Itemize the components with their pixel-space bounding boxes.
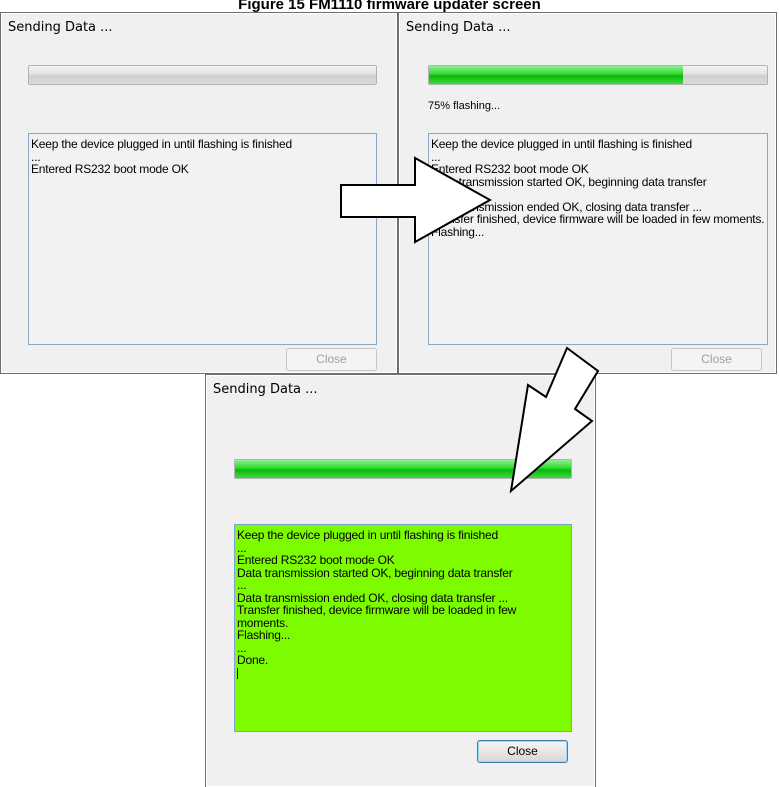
sending-data-dialog-start: Sending Data ... Keep the device plugged… [0,12,398,374]
log-line: ... [431,187,441,201]
log-line: Entered RS232 boot mode OK [237,553,395,567]
close-button[interactable]: Close [286,348,377,371]
log-line: Data transmission started OK, beginning … [431,174,707,189]
dialog-title: Sending Data ... [406,20,511,35]
log-textbox[interactable]: Keep the device plugged in until flashin… [234,524,572,732]
log-line: Data transmission started OK, beginning … [237,565,513,580]
log-line: Keep the device plugged in until flashin… [431,137,692,151]
log-line: Keep the device plugged in until flashin… [237,528,498,542]
progress-bar [234,459,572,479]
figure-caption: Figure 15 FM1110 firmware updater screen [238,0,541,12]
log-line: Entered RS232 boot mode OK [31,162,189,176]
log-textbox[interactable]: Keep the device plugged in until flashin… [28,133,377,345]
log-line: Done. [237,653,269,667]
log-line: ... [237,578,247,592]
dialog-title: Sending Data ... [8,20,113,35]
close-button-label: Close [507,744,538,758]
close-button-label: Close [316,352,347,366]
progress-bar [28,65,377,85]
sending-data-dialog-progress: Sending Data ... 75% flashing... Keep th… [398,12,777,374]
close-button[interactable]: Close [477,740,568,763]
close-button[interactable]: Close [671,348,762,371]
text-caret [237,667,569,680]
log-line: Flashing... [431,224,485,239]
log-line: Transfer finished, device firmware will … [431,212,765,226]
progress-status-text: 75% flashing... [428,100,501,112]
log-line: Keep the device plugged in until flashin… [31,137,292,151]
log-line: Transfer finished, device firmware will … [237,603,517,630]
progress-fill [235,460,571,478]
log-line: Flashing... [237,628,291,642]
progress-bar [428,65,768,85]
log-textbox[interactable]: Keep the device plugged in until flashin… [428,133,768,345]
sending-data-dialog-done: Sending Data ... Keep the device plugged… [205,374,596,787]
dialog-title: Sending Data ... [213,382,318,397]
close-button-label: Close [701,352,732,366]
log-line: ... [237,640,247,655]
progress-fill [429,66,683,84]
log-line: Entered RS232 boot mode OK [431,162,589,176]
